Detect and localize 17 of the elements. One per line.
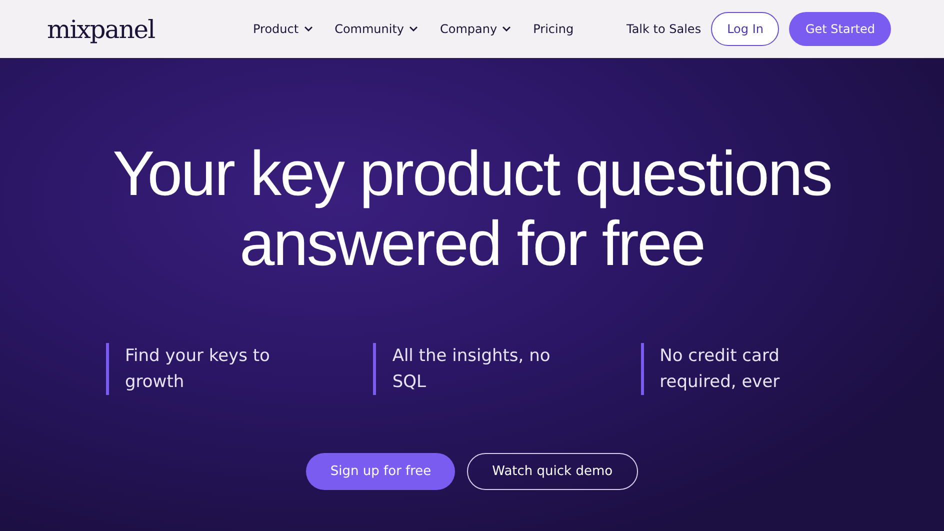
login-button[interactable]: Log In [711,12,780,46]
signup-button[interactable]: Sign up for free [306,453,456,490]
nav-item[interactable]: Product [253,22,313,36]
chevron-down-icon [409,26,418,32]
nav-item[interactable]: Pricing [533,22,574,36]
get-started-button[interactable]: Get Started [789,12,891,46]
feature-text: Find your keys to growth [125,345,271,394]
headline: Your key product questions answered for free [112,139,832,279]
logo[interactable]: mixpanel [47,14,253,44]
nav-item[interactable]: Company [440,22,512,36]
feature-text: All the insights, no SQL [392,345,552,394]
sales-link[interactable]: Talk to Sales [626,12,702,46]
chevron-down-icon [502,26,512,32]
feature-text: No credit card required, ever [660,345,781,394]
nav-item[interactable]: Community [334,22,418,36]
chevron-down-icon [304,26,313,32]
demo-button[interactable]: Watch quick demo [467,453,638,490]
